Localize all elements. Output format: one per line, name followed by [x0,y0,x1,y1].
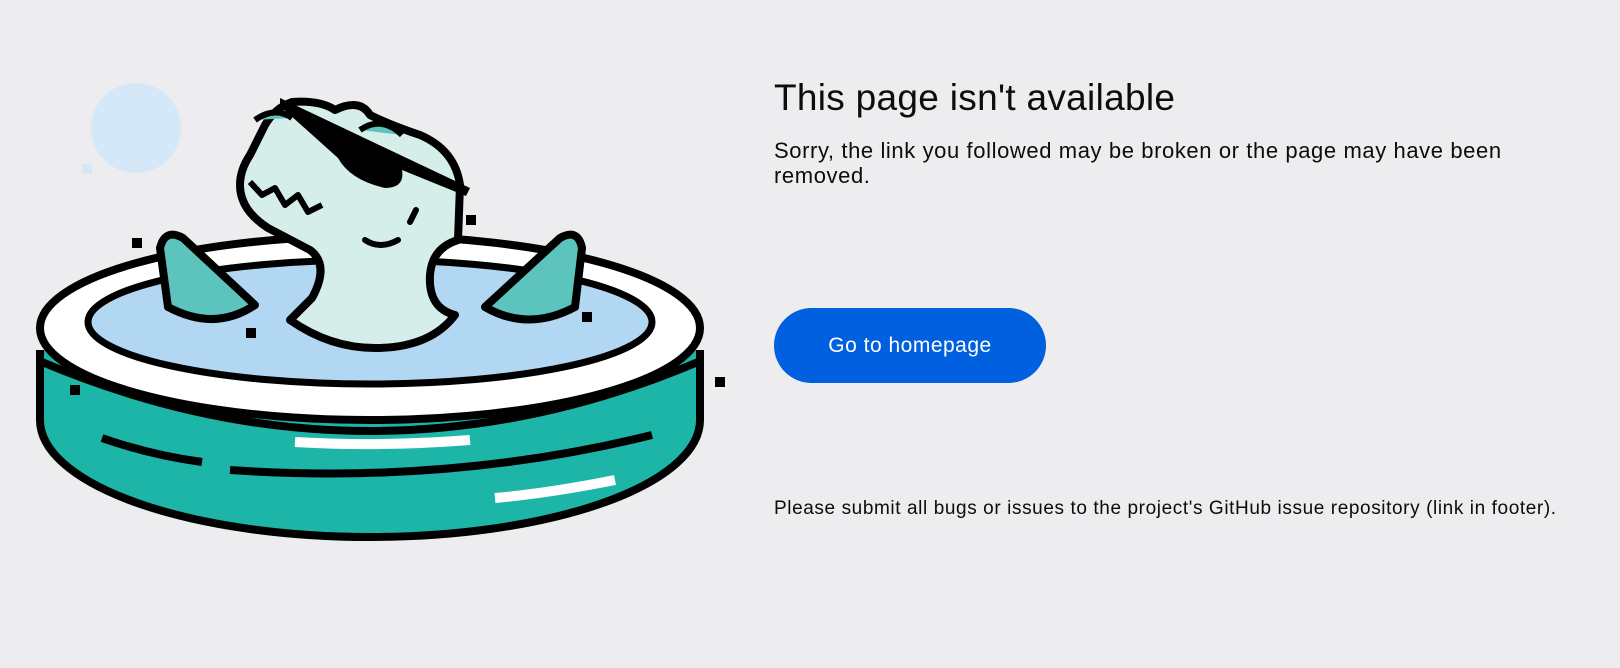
dinosaur-pool-illustration [30,70,730,550]
error-description: Sorry, the link you followed may be brok… [774,138,1502,188]
go-to-homepage-button[interactable]: Go to homepage [774,308,1046,383]
error-content: This page isn't available Sorry, the lin… [774,72,1564,188]
bug-report-note: Please submit all bugs or issues to the … [774,498,1557,519]
bubble-small [82,164,92,174]
page-title: This page isn't available [774,77,1176,118]
bubble-large [91,83,181,173]
